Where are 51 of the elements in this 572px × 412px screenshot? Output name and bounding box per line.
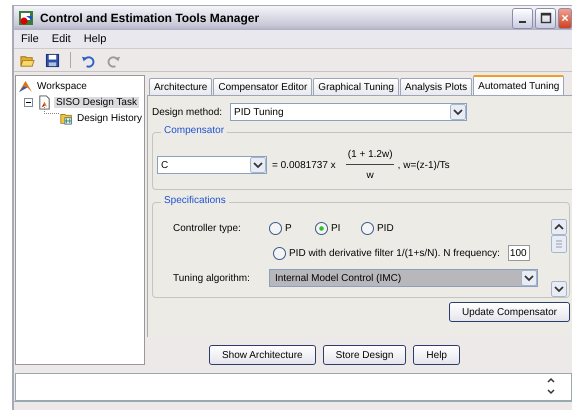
radio-option[interactable]: PID (361, 222, 421, 234)
group-title: Specifications (161, 195, 229, 206)
radio-option[interactable]: PID with derivative filter 1/(1+s/N). N frequency: (273, 246, 500, 260)
tree-item[interactable]: Design History (74, 112, 144, 124)
transform-text: , w=(z-1)/Ts (398, 160, 450, 170)
close-button[interactable] (558, 8, 572, 28)
radio-button[interactable] (269, 222, 282, 234)
tab[interactable]: Compensator Editor (213, 78, 312, 95)
radio-button[interactable] (361, 222, 374, 234)
app-icon (18, 10, 34, 26)
dialog-button[interactable]: Help (413, 345, 460, 365)
scroll-down-icon[interactable] (551, 281, 567, 297)
tree-item[interactable]: Workspace (35, 80, 89, 92)
menu-item[interactable]: Help (84, 33, 106, 45)
dialog-button[interactable]: Store Design (322, 345, 406, 365)
denominator-text: w (366, 170, 374, 181)
scroll-thumb[interactable] (551, 235, 567, 253)
tab[interactable]: Graphical Tuning (313, 78, 399, 95)
controller-type-label: Controller type: (173, 222, 242, 234)
tuning-algorithm-label: Tuning algorithm: (173, 272, 251, 284)
minimize-icon (519, 21, 526, 23)
update-compensator-button[interactable]: Update Compensator (448, 302, 570, 322)
n-frequency-field[interactable]: 100 (508, 245, 530, 261)
menu-item[interactable]: Edit (52, 33, 71, 45)
save-icon[interactable] (45, 52, 60, 68)
compensator-dropdown[interactable]: C (157, 156, 267, 174)
minimize-button[interactable] (512, 8, 533, 28)
tab[interactable]: Architecture (149, 78, 212, 95)
numerator-text: (1 + 1.2w) (348, 149, 393, 160)
design-method-dropdown[interactable]: PID Tuning (230, 103, 468, 121)
collapse-toggle[interactable] (24, 98, 35, 106)
menu-item[interactable]: File (21, 33, 39, 45)
tab[interactable]: Analysis Plots (400, 78, 472, 95)
radio-option[interactable]: P (269, 222, 315, 234)
window-title: Control and Estimation Tools Manager (40, 11, 260, 25)
gain-text: = 0.0081737 x (272, 160, 336, 170)
tree-item[interactable]: SISO Design Task (54, 96, 139, 108)
peak-logo-icon (18, 78, 33, 94)
maximize-button[interactable] (535, 8, 556, 28)
radio-button[interactable] (273, 246, 286, 260)
document-icon (37, 94, 52, 110)
tab[interactable]: Automated Tuning (473, 75, 564, 95)
scroll-up-icon[interactable] (551, 219, 567, 235)
design-method-label: Design method: (152, 106, 222, 118)
scrollbar[interactable] (551, 219, 567, 297)
dialog-button[interactable]: Show Architecture (209, 345, 316, 365)
radio-button[interactable] (315, 222, 328, 234)
tree-connector (44, 105, 59, 114)
radio-option[interactable]: PI (315, 222, 361, 234)
group-title: Compensator (161, 125, 228, 136)
tuning-algorithm-dropdown[interactable]: Internal Model Control (IMC) (269, 269, 538, 287)
